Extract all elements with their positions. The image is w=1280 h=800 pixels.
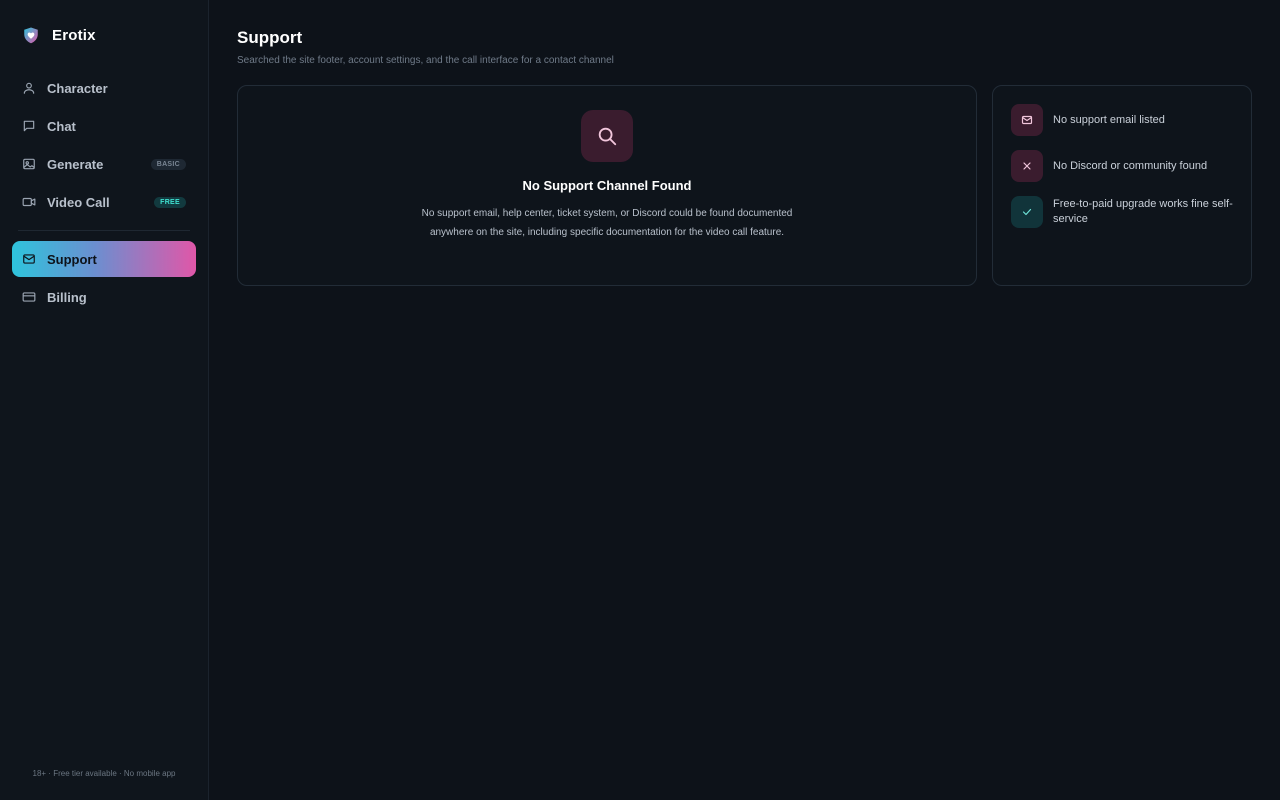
plan-badge-free: FREE [154,196,186,208]
plan-badge-basic: BASIC [150,158,186,170]
main-content: Support Searched the site footer, accoun… [209,0,1280,800]
app-root: Erotix Character Chat Generate BASIC Vid… [0,0,1280,800]
mail-icon [1021,115,1033,125]
card-title: No Support Channel Found [522,178,692,193]
chat-bubble-icon [23,120,35,132]
sidebar-item-video-call[interactable]: Video Call FREE [12,184,196,220]
nav-divider [18,230,190,231]
brand[interactable]: Erotix [12,0,196,70]
status-item: No support email listed [1011,104,1233,136]
sidebar-item-label: Video Call [47,194,110,210]
search-icon [598,127,617,146]
sidebar-item-generate[interactable]: Generate BASIC [12,146,196,182]
x-icon [1023,162,1031,170]
status-icon-tile [1011,104,1043,136]
status-text: Free-to-paid upgrade works fine self-ser… [1053,198,1233,225]
sidebar-nav: Character Chat Generate BASIC Video Call… [12,70,196,220]
status-icon-tile [1011,150,1043,182]
status-icon-tile [1011,196,1043,228]
sidebar-footer: 18+ · Free tier available · No mobile ap… [32,769,176,778]
credit-card-icon [22,292,36,302]
sidebar: Erotix Character Chat Generate BASIC Vid… [0,0,209,800]
sidebar-item-label: Generate [47,156,104,172]
mail-icon [23,254,35,264]
sidebar-item-label: Support [47,251,97,267]
brand-name: Erotix [52,26,96,44]
page-subtitle: Searched the site footer, account settin… [237,55,614,66]
sidebar-item-label: Chat [47,118,76,134]
sidebar-nav-secondary: Support Billing [12,241,196,315]
status-text: No Discord or community found [1053,159,1208,172]
user-icon [23,82,35,94]
sidebar-item-support[interactable]: Support [12,241,196,277]
page-title: Support [237,28,303,47]
cards-row: No Support Channel Found No support emai… [237,85,1252,286]
status-item: No Discord or community found [1011,150,1233,182]
sidebar-item-label: Character [47,80,108,96]
search-tile [581,110,633,162]
sidebar-item-label: Billing [47,289,87,305]
check-icon [1022,208,1032,216]
sidebar-item-billing[interactable]: Billing [12,279,196,315]
video-camera-icon [22,197,36,207]
heart-shield-icon [24,27,38,44]
no-channel-card: No Support Channel Found No support emai… [237,85,977,286]
status-item: Free-to-paid upgrade works fine self-ser… [1011,196,1233,228]
status-text: No support email listed [1053,113,1165,126]
sidebar-item-chat[interactable]: Chat [12,108,196,144]
card-description: No support email, help center, ticket sy… [421,208,793,238]
image-icon [23,158,35,170]
sidebar-item-character[interactable]: Character [12,70,196,106]
status-card: No support email listed No Discord or co… [992,85,1252,286]
